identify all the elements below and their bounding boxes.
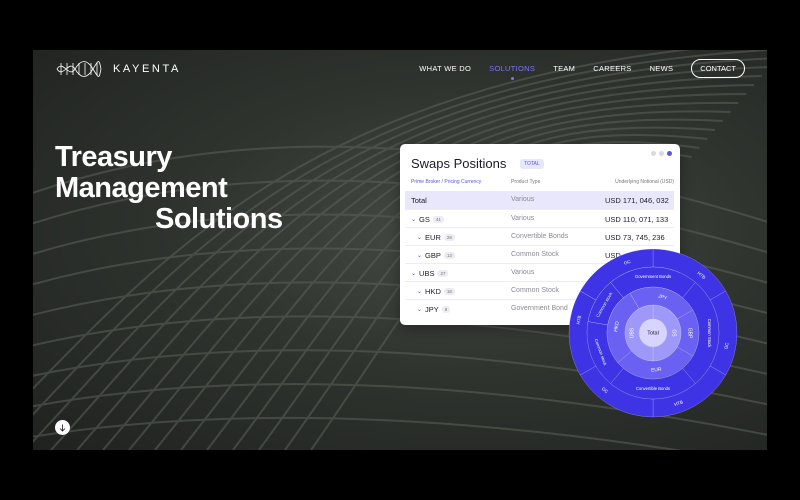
row-count: 18 bbox=[443, 288, 455, 295]
headline-line-1: Treasury bbox=[55, 141, 172, 173]
nav-solutions-label: SOLUTIONS bbox=[489, 64, 536, 73]
headline-line-3: Solutions bbox=[155, 203, 283, 235]
nav-careers[interactable]: CAREERS bbox=[593, 64, 631, 73]
main-nav: WHAT WE DO SOLUTIONS TEAM CAREERS NEWS C… bbox=[419, 59, 745, 80]
card-title: Swaps Positions bbox=[411, 156, 507, 171]
sunburst-label: EUR bbox=[651, 367, 662, 374]
sunburst-label: Common Stock bbox=[707, 319, 712, 349]
row-name: Total bbox=[411, 196, 427, 205]
column-header-notional[interactable]: Underlying Notional (USD) bbox=[615, 179, 674, 185]
sunburst-center-label: Total bbox=[647, 330, 659, 336]
row-name: GS bbox=[419, 215, 430, 224]
row-type: Common Stock bbox=[511, 251, 559, 258]
brand-name: KAYENTA bbox=[113, 63, 181, 75]
chevron-down-icon[interactable]: ⌄ bbox=[417, 288, 422, 295]
row-count: 27 bbox=[437, 270, 449, 277]
nav-team[interactable]: TEAM bbox=[553, 64, 575, 73]
headline-line-2: Management bbox=[55, 172, 228, 204]
hero-section: KAYENTA WHAT WE DO SOLUTIONS TEAM CAREER… bbox=[33, 50, 767, 450]
chevron-down-icon[interactable]: ⌄ bbox=[417, 306, 422, 313]
table-row[interactable]: Total Various USD 171, 046, 032 bbox=[405, 191, 674, 209]
row-name: EUR bbox=[425, 233, 441, 242]
column-header-product[interactable]: Product Type bbox=[511, 179, 540, 185]
row-type: Various bbox=[511, 215, 535, 222]
page-dot-active[interactable] bbox=[667, 151, 672, 156]
row-count: 41 bbox=[432, 216, 444, 223]
row-count: 13 bbox=[443, 252, 455, 259]
hero-headline: Treasury Management Solutions bbox=[55, 142, 283, 235]
page-dot[interactable] bbox=[659, 151, 664, 156]
row-type: Various bbox=[511, 196, 535, 203]
contact-button[interactable]: CONTACT bbox=[691, 59, 745, 78]
active-indicator bbox=[510, 77, 514, 80]
scroll-down-button[interactable] bbox=[55, 420, 70, 435]
nav-solutions[interactable]: SOLUTIONS bbox=[489, 64, 536, 80]
table-row[interactable]: ⌄ EUR 28 Convertible Bonds USD 73, 745, 23… bbox=[405, 227, 674, 245]
card-pagination bbox=[651, 151, 672, 156]
column-header-broker[interactable]: Prime Broker / Pricing Currency bbox=[411, 179, 481, 185]
wave-logo-icon bbox=[56, 61, 102, 77]
row-count: 28 bbox=[443, 234, 455, 241]
row-count: 8 bbox=[441, 306, 451, 313]
row-name: JPY bbox=[425, 305, 439, 314]
sunburst-label: GS bbox=[671, 329, 677, 337]
row-type: Various bbox=[511, 269, 535, 276]
chevron-down-icon[interactable]: ⌄ bbox=[417, 252, 422, 259]
row-type: Common Stock bbox=[511, 287, 559, 294]
brand-logo[interactable]: KAYENTA bbox=[55, 59, 181, 79]
row-type: Government Bond bbox=[511, 305, 568, 312]
chevron-down-icon[interactable]: ⌄ bbox=[411, 270, 416, 277]
table-row[interactable]: ⌄ GS 41 Various USD 110, 071, 133 bbox=[405, 209, 674, 227]
arrow-down-icon bbox=[59, 424, 66, 432]
row-type: Convertible Bonds bbox=[511, 233, 569, 240]
row-value: USD 110, 071, 133 bbox=[605, 215, 669, 224]
row-name: HKD bbox=[425, 287, 441, 296]
row-name: UBS bbox=[419, 269, 435, 278]
chevron-down-icon[interactable]: ⌄ bbox=[411, 216, 416, 223]
sunburst-label: GBP bbox=[687, 328, 693, 339]
sunburst-label: Government Bonds bbox=[635, 274, 671, 279]
sunburst-chart[interactable]: HTBGCHTBGCHTBGCGovernment BondsCommon St… bbox=[567, 247, 739, 419]
chevron-down-icon[interactable]: ⌄ bbox=[417, 234, 422, 241]
row-value: USD 73, 745, 236 bbox=[605, 233, 665, 242]
nav-what-we-do[interactable]: WHAT WE DO bbox=[419, 64, 471, 73]
sunburst-label: Convertible Bonds bbox=[636, 386, 670, 391]
total-badge: TOTAL bbox=[520, 159, 544, 169]
nav-news[interactable]: NEWS bbox=[650, 64, 674, 73]
sunburst-label: UBS bbox=[629, 327, 635, 338]
page-dot[interactable] bbox=[651, 151, 656, 156]
row-value: USD 171, 046, 032 bbox=[605, 196, 669, 205]
row-name: GBP bbox=[425, 251, 441, 260]
